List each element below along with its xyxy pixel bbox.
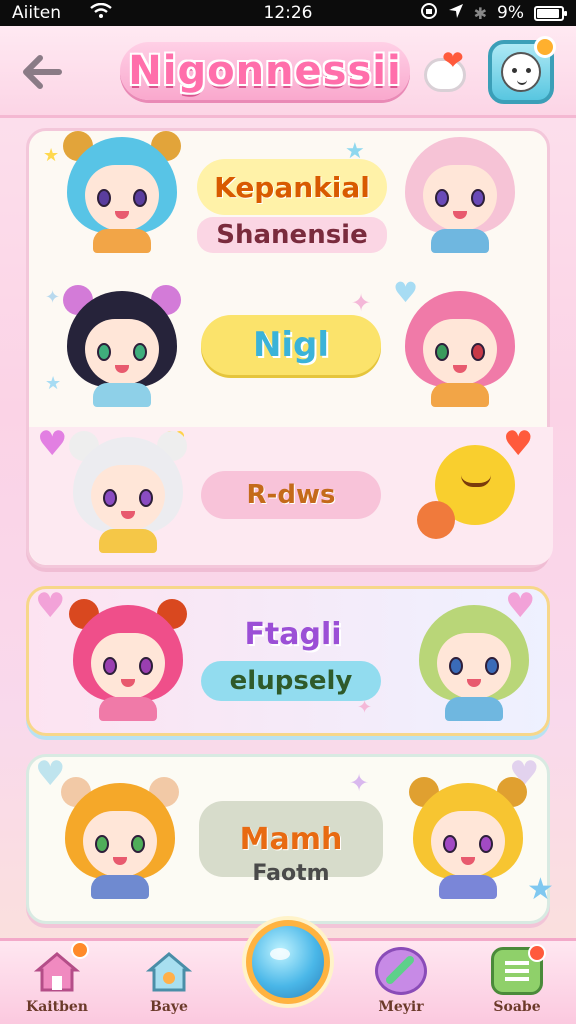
chat-button[interactable]: ❤ [424, 48, 474, 98]
character-subtitle: Faotm [252, 861, 330, 886]
character-name-plate: Ftagli [203, 609, 383, 659]
rotation-lock-icon [420, 2, 438, 25]
character-name-plate: Kepankial [197, 159, 387, 215]
character-name-plate: Nigl [201, 315, 381, 375]
title-plaque: Nigonnessii [120, 42, 410, 100]
wifi-icon [90, 2, 112, 24]
bluetooth-icon: ✱ [473, 3, 488, 23]
house-icon [31, 941, 89, 995]
nav-label: Soabe [493, 999, 541, 1015]
character-name: Mamh [239, 821, 343, 857]
character-card-group-1: ★ ★ Kepankial Shanensie ✦ ✦ ♥ ★ Nigl ♥ ♥… [26, 128, 553, 568]
star-icon: ★ [527, 872, 554, 907]
character-row[interactable]: ★ ★ Kepankial Shanensie [29, 131, 553, 271]
character-avatar-right[interactable] [415, 603, 533, 721]
character-name-plate: R-dws [201, 471, 381, 519]
sparkle-icon: ✦ [45, 287, 61, 308]
sparkle-icon: ✦ [357, 697, 373, 718]
back-button[interactable] [18, 48, 66, 96]
nav-label: Kaitben [26, 999, 88, 1015]
character-avatar-right[interactable] [401, 289, 519, 407]
nav-item-soabe[interactable]: Soabe [472, 944, 562, 1024]
home-shop-icon [143, 947, 195, 995]
header: Nigonnessii ❤ [0, 26, 576, 118]
profile-avatar-button[interactable] [488, 36, 556, 104]
sparkle-icon: ✦ [349, 769, 370, 797]
character-name: Kepankial [214, 170, 370, 204]
character-name: Nigl [252, 325, 330, 365]
creature-avatar-right[interactable] [413, 435, 531, 553]
character-card-group-3[interactable]: ♥ ♥ ✦ ★ Mamh Faotm [26, 754, 554, 924]
character-avatar-left[interactable] [69, 431, 187, 553]
character-subtitle: Shanensie [197, 217, 387, 253]
status-bar: Aiiten 12:26 ✱ 9% [0, 0, 576, 26]
carrier-name: Aiiten [12, 3, 61, 23]
notification-badge [528, 944, 546, 962]
star-icon: ★ [45, 373, 62, 394]
character-row[interactable]: ✦ ✦ ♥ ★ Nigl [29, 279, 553, 419]
character-avatar-left[interactable] [61, 777, 179, 899]
heart-icon: ♥ [37, 424, 68, 464]
character-avatar-left[interactable] [63, 131, 181, 253]
battery-percent: 9% [497, 3, 524, 23]
battery-icon [534, 5, 567, 21]
sparkle-icon: ✦ [351, 289, 372, 317]
star-icon: ★ [43, 145, 60, 166]
notification-badge [534, 36, 556, 58]
heart-icon: ♥ [35, 586, 66, 626]
nav-item-meyir[interactable]: Meyir [356, 947, 446, 1024]
character-subtitle: elupsely [201, 661, 381, 701]
heart-icon: ♥ [393, 276, 419, 309]
page-title: Nigonnessii [128, 48, 402, 94]
character-card-group-2[interactable]: ♥ ♥ ★ ✦ Ftagli elupsely [26, 586, 550, 736]
heart-icon: ❤ [442, 46, 464, 76]
avatar-face-icon [501, 52, 541, 92]
character-avatar-right[interactable] [401, 135, 519, 253]
character-row[interactable]: ♥ ♥ ♥ R-dws [29, 427, 553, 565]
nav-label: Baye [150, 999, 188, 1015]
orb-icon [270, 948, 290, 960]
location-icon [448, 3, 464, 24]
character-avatar-left[interactable] [69, 599, 187, 721]
notification-badge [71, 941, 89, 959]
character-avatar-left[interactable] [63, 285, 181, 407]
orange-heart-icon [417, 501, 455, 539]
character-avatar-right[interactable] [409, 777, 527, 899]
character-name: R-dws [246, 480, 336, 510]
potion-icon [375, 947, 427, 995]
nav-item-baye[interactable]: Baye [124, 947, 214, 1024]
menu-list-icon [491, 944, 546, 995]
center-orb-button[interactable] [246, 920, 330, 1004]
arrow-left-icon [23, 55, 62, 89]
nav-label: Meyir [378, 999, 424, 1015]
nav-item-kaitben[interactable]: Kaitben [12, 941, 102, 1024]
character-name: Ftagli [244, 616, 342, 652]
